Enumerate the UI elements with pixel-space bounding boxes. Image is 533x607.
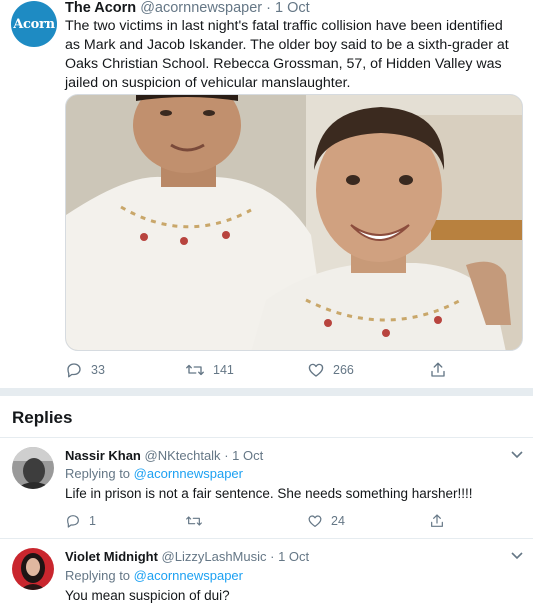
reply-author-handle[interactable]: @LizzyLashMusic (162, 549, 267, 564)
share-action[interactable] (429, 360, 447, 380)
tweet-date[interactable]: 1 Oct (275, 0, 310, 16)
reply-header: Nassir Khan @NKtechtalk · 1 Oct (65, 448, 263, 463)
tweet-actions: 33 141 266 (65, 360, 475, 380)
retweet-icon (186, 364, 204, 376)
replying-to-line: Replying to @acornnewspaper (65, 568, 243, 583)
heart-icon (308, 363, 324, 377)
tweet-text: The two victims in last night's fatal tr… (65, 18, 509, 91)
share-icon (431, 514, 443, 527)
reply-icon (67, 363, 81, 378)
retweet-count: 141 (213, 363, 234, 377)
reply-item[interactable]: Violet Midnight @LizzyLashMusic · 1 Oct … (0, 539, 533, 607)
share-action[interactable] (429, 511, 445, 531)
nassir-avatar[interactable] (12, 447, 54, 489)
like-count: 266 (333, 363, 354, 377)
retweet-action[interactable]: 141 (185, 360, 234, 380)
reply-author-handle[interactable]: @NKtechtalk (145, 448, 221, 463)
boys-photo (66, 95, 522, 350)
retweet-icon (186, 516, 202, 526)
reply-date[interactable]: 1 Oct (232, 448, 263, 463)
replying-label: Replying to (65, 568, 131, 583)
replying-label: Replying to (65, 466, 131, 481)
tweet-photo[interactable] (65, 94, 523, 351)
avatar-image (12, 548, 54, 590)
acorn-avatar[interactable]: Acorn (11, 1, 57, 47)
like-action[interactable]: 24 (307, 511, 345, 531)
reply-author-name[interactable]: Violet Midnight (65, 549, 158, 564)
reply-header: Violet Midnight @LizzyLashMusic · 1 Oct (65, 549, 309, 564)
chevron-down-icon[interactable] (511, 552, 523, 560)
reply-actions: 1 24 (65, 511, 475, 531)
reply-item[interactable]: Nassir Khan @NKtechtalk · 1 Oct Replying… (0, 438, 533, 538)
section-divider (0, 388, 533, 396)
dot-separator: · (270, 549, 275, 564)
avatar-logo-text: Acorn (13, 16, 55, 32)
reply-count: 1 (89, 514, 96, 528)
reply-icon (67, 515, 79, 528)
reply-count: 33 (91, 363, 105, 377)
replying-to-link[interactable]: @acornnewspaper (134, 568, 243, 583)
dot-separator: · (224, 448, 229, 463)
share-icon (431, 362, 445, 377)
author-handle[interactable]: @acornnewspaper (140, 0, 262, 16)
reply-action[interactable]: 33 (65, 360, 105, 380)
replying-to-line: Replying to @acornnewspaper (65, 466, 243, 481)
reply-text: You mean suspicion of dui? (65, 588, 230, 603)
replying-to-link[interactable]: @acornnewspaper (134, 466, 243, 481)
retweet-action[interactable] (185, 511, 211, 531)
avatar-image (12, 447, 54, 489)
chevron-down-icon[interactable] (511, 451, 523, 459)
like-count: 24 (331, 514, 345, 528)
main-tweet[interactable]: Acorn The Acorn @acornnewspaper · 1 Oct … (0, 0, 533, 388)
author-name[interactable]: The Acorn (65, 0, 136, 16)
replies-heading: Replies (12, 408, 73, 427)
tweet-header: The Acorn @acornnewspaper · 1 Oct (65, 0, 310, 16)
reply-action[interactable]: 1 (65, 511, 96, 531)
dot-separator: · (266, 0, 272, 16)
violet-avatar[interactable] (12, 548, 54, 590)
like-action[interactable]: 266 (307, 360, 354, 380)
heart-icon (308, 515, 322, 527)
reply-author-name[interactable]: Nassir Khan (65, 448, 141, 463)
reply-text: Life in prison is not a fair sentence. S… (65, 486, 473, 501)
reply-date[interactable]: 1 Oct (278, 549, 309, 564)
